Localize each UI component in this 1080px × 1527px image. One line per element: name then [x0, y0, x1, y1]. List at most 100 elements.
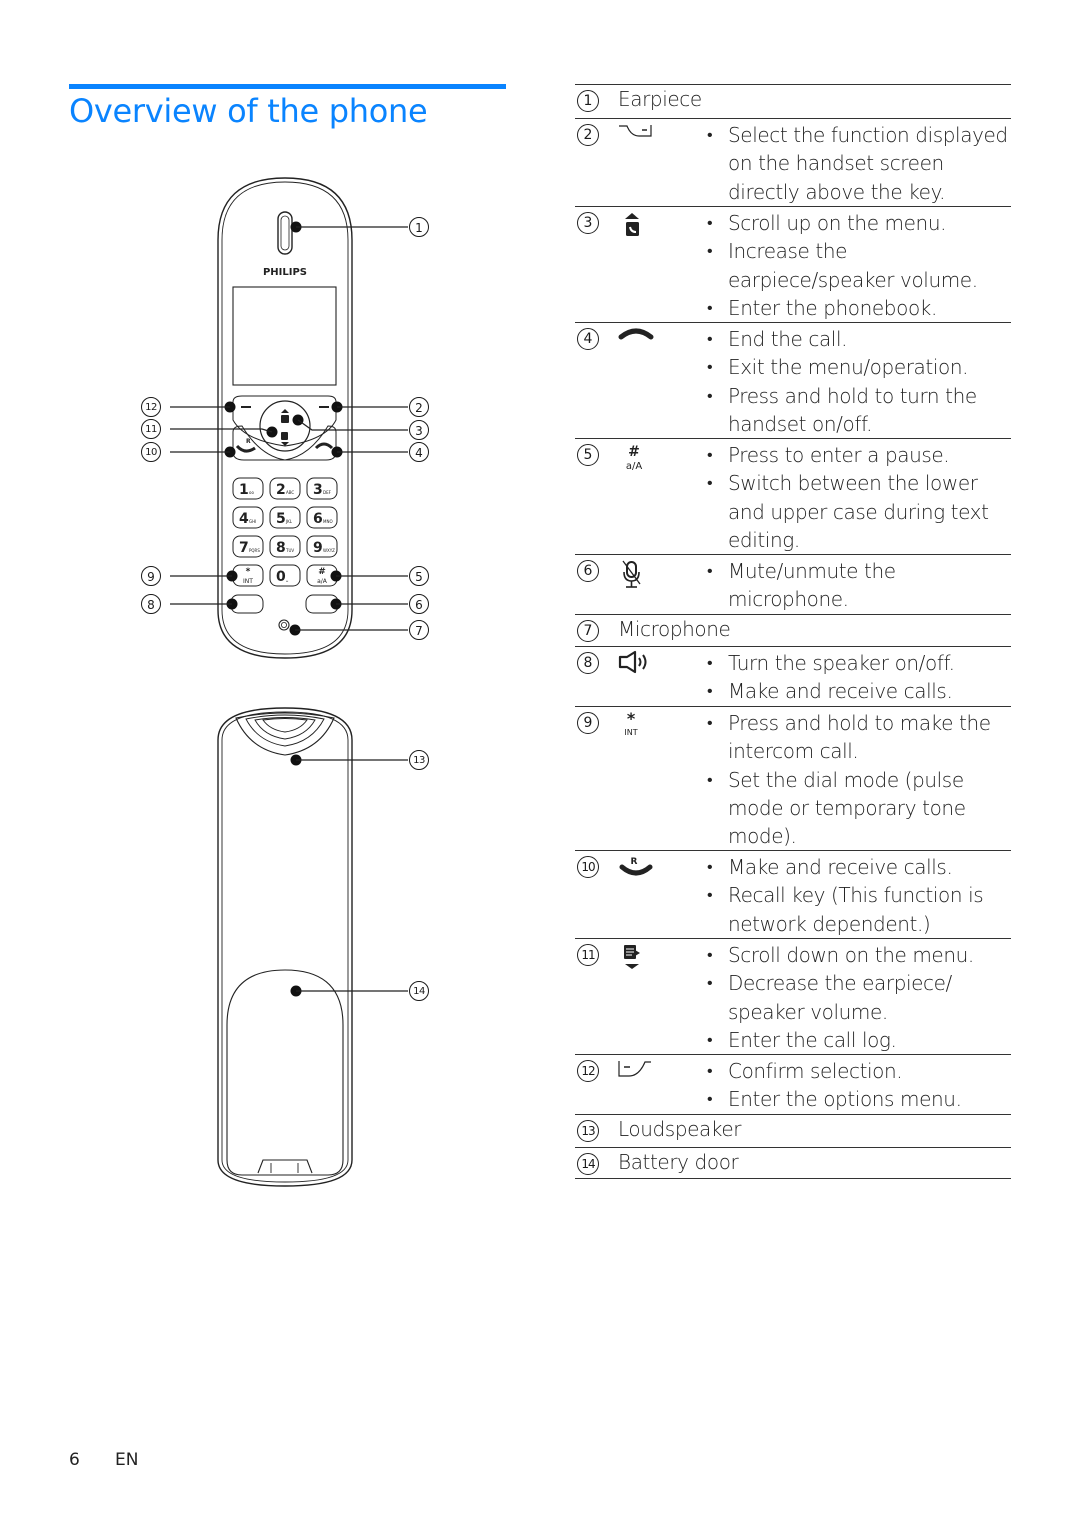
- part-number-badge: 1: [577, 90, 599, 112]
- part-number-badge: 2: [577, 124, 599, 146]
- callout-2: 2: [409, 397, 429, 417]
- speaker-icon: [617, 650, 657, 684]
- callout-12: 12: [141, 397, 161, 417]
- page-footer: 6 EN: [69, 1450, 138, 1470]
- part-row-10: 10 R Make and receive calls.Recall key (Th…: [575, 850, 1011, 938]
- microphone-hole: [278, 619, 290, 631]
- keypad-key: 3 DEF: [306, 477, 338, 500]
- part-description-item: Enter the phonebook.: [707, 294, 1011, 323]
- part-number-badge: 4: [577, 328, 599, 350]
- keypad-key: 1 oo: [232, 477, 264, 500]
- svg-text:3: 3: [313, 482, 323, 498]
- part-description-item: Scroll up on the menu.: [707, 209, 1011, 238]
- part-row-8: 8 Turn the speaker on/off.Make and receiv…: [575, 646, 1011, 706]
- svg-text:MNO: MNO: [323, 519, 333, 524]
- svg-text:PQRS: PQRS: [249, 548, 260, 553]
- callout-6: 6: [409, 594, 429, 614]
- svg-text:oo: oo: [249, 490, 254, 495]
- part-row-3: 3 Scroll up on the menu.Increase the earp…: [575, 206, 1011, 322]
- scroll-down-calllog-icon: [617, 942, 657, 976]
- part-description-item: Make and receive calls.: [707, 677, 1011, 706]
- phone-illustration: PHILIPS 1 oo 2 ABC 3 DEF4 GHI 5 JKL 6 MNO7 PQRS 8 TUV…: [170, 177, 408, 1187]
- battery-door-outline: [226, 969, 344, 1176]
- svg-text:8: 8: [276, 540, 286, 556]
- callout-13: 13: [409, 750, 429, 770]
- callout-14: 14: [409, 981, 429, 1001]
- svg-text:7: 7: [239, 540, 249, 556]
- part-description-item: Set the dial mode (pulse mode or tempora…: [707, 766, 1011, 851]
- svg-text:JKL: JKL: [285, 519, 293, 524]
- svg-text:5: 5: [276, 511, 286, 527]
- svg-text:1: 1: [239, 482, 249, 498]
- part-number-badge: 9: [577, 712, 599, 734]
- part-label: Earpiece: [618, 87, 702, 111]
- right-softkey-icon: [617, 122, 657, 156]
- part-description-item: Scroll down on the menu.: [707, 941, 1011, 970]
- language-code: EN: [115, 1450, 139, 1470]
- svg-text:INT: INT: [624, 728, 637, 737]
- part-number-badge: 5: [577, 444, 599, 466]
- svg-text:*: *: [246, 567, 251, 577]
- part-row-13: 13 Loudspeaker: [575, 1114, 1011, 1147]
- part-description-item: Exit the menu/operation.: [707, 353, 1011, 382]
- part-label: Loudspeaker: [618, 1117, 742, 1141]
- keypad-key: *INT: [232, 564, 264, 587]
- callout-10: 10: [141, 442, 161, 462]
- end-call-icon: [617, 326, 657, 360]
- part-description-item: Confirm selection.: [707, 1057, 1011, 1086]
- part-description-item: End the call.: [707, 325, 1011, 354]
- svg-text:9: 9: [313, 540, 323, 556]
- keypad-key: 0 ␣: [269, 564, 301, 587]
- star-int-icon: * INT: [617, 709, 657, 744]
- svg-text:4: 4: [239, 511, 249, 527]
- part-row-7: 7 Microphone: [575, 614, 1011, 646]
- svg-text:DEF: DEF: [323, 490, 332, 495]
- part-label: Battery door: [618, 1150, 739, 1174]
- part-row-1: 1 Earpiece: [575, 84, 1011, 118]
- svg-text:a/A: a/A: [626, 461, 642, 472]
- part-row-5: 5 #a/A Press to enter a pause.Switch betwe…: [575, 438, 1011, 554]
- part-number-badge: 7: [577, 620, 599, 642]
- talk-recall-icon: R: [617, 854, 657, 888]
- part-number-badge: 13: [577, 1120, 599, 1142]
- svg-text:#: #: [318, 567, 326, 577]
- callout-leader-11: [170, 428, 273, 433]
- part-description-item: Enter the options menu.: [707, 1085, 1011, 1114]
- part-description-item: Turn the speaker on/off.: [707, 649, 1011, 678]
- part-description-item: Select the function displayed on the han…: [707, 121, 1011, 206]
- callout-1: 1: [409, 217, 429, 237]
- part-row-6: 6 Mute/unmute the microphone.: [575, 554, 1011, 614]
- screen: [232, 286, 337, 386]
- brand-logo: PHILIPS: [263, 267, 307, 278]
- part-number-badge: 8: [577, 652, 599, 674]
- part-row-9: 9 *INT Press and hold to make the intercom…: [575, 706, 1011, 850]
- svg-text:GHI: GHI: [249, 519, 256, 524]
- keypad-key: 8 TUV: [269, 535, 301, 558]
- part-row-4: 4 End the call.Exit the menu/operation.Pr…: [575, 322, 1011, 438]
- part-label: Microphone: [618, 617, 731, 641]
- part-description-item: Enter the call log.: [707, 1026, 1011, 1055]
- page-title: Overview of the phone: [69, 92, 428, 130]
- phone-diagram: PHILIPS 1 oo 2 ABC 3 DEF 4 GHI 5 JKL 6 MNO 7 PQRS 8 TUV…: [130, 170, 450, 1200]
- callout-9: 9: [141, 566, 161, 586]
- svg-text:0: 0: [276, 569, 286, 585]
- nav-icons: [281, 409, 289, 446]
- part-description-item: Press and hold to turn the handset on/of…: [707, 382, 1011, 439]
- callout-5: 5: [409, 566, 429, 586]
- part-description-item: Switch between the lower and upper case …: [707, 469, 1011, 554]
- parts-table: 1 Earpiece 2 Select the function displayed …: [575, 84, 1011, 1179]
- part-description-item: Decrease the earpiece/ speaker volume.: [707, 969, 1011, 1026]
- part-description-item: Mute/unmute the microphone.: [707, 557, 1011, 614]
- svg-text:R: R: [246, 438, 251, 445]
- part-row-2: 2 Select the function displayed on the ha…: [575, 118, 1011, 206]
- part-description-item: Press and hold to make the intercom call…: [707, 709, 1011, 766]
- part-number-badge: 12: [577, 1060, 599, 1082]
- earpiece-slot: [277, 211, 293, 255]
- part-row-11: 11 Scroll down on the menu.Decrease the e…: [575, 938, 1011, 1054]
- scroll-up-phonebook-icon: [617, 210, 657, 244]
- callout-leader-3: [297, 419, 408, 431]
- part-description-item: Press to enter a pause.: [707, 441, 1011, 470]
- part-row-12: 12 Confirm selection.Enter the options me…: [575, 1054, 1011, 1114]
- svg-text:␣: ␣: [286, 577, 289, 582]
- part-description-item: Make and receive calls.: [707, 853, 1011, 882]
